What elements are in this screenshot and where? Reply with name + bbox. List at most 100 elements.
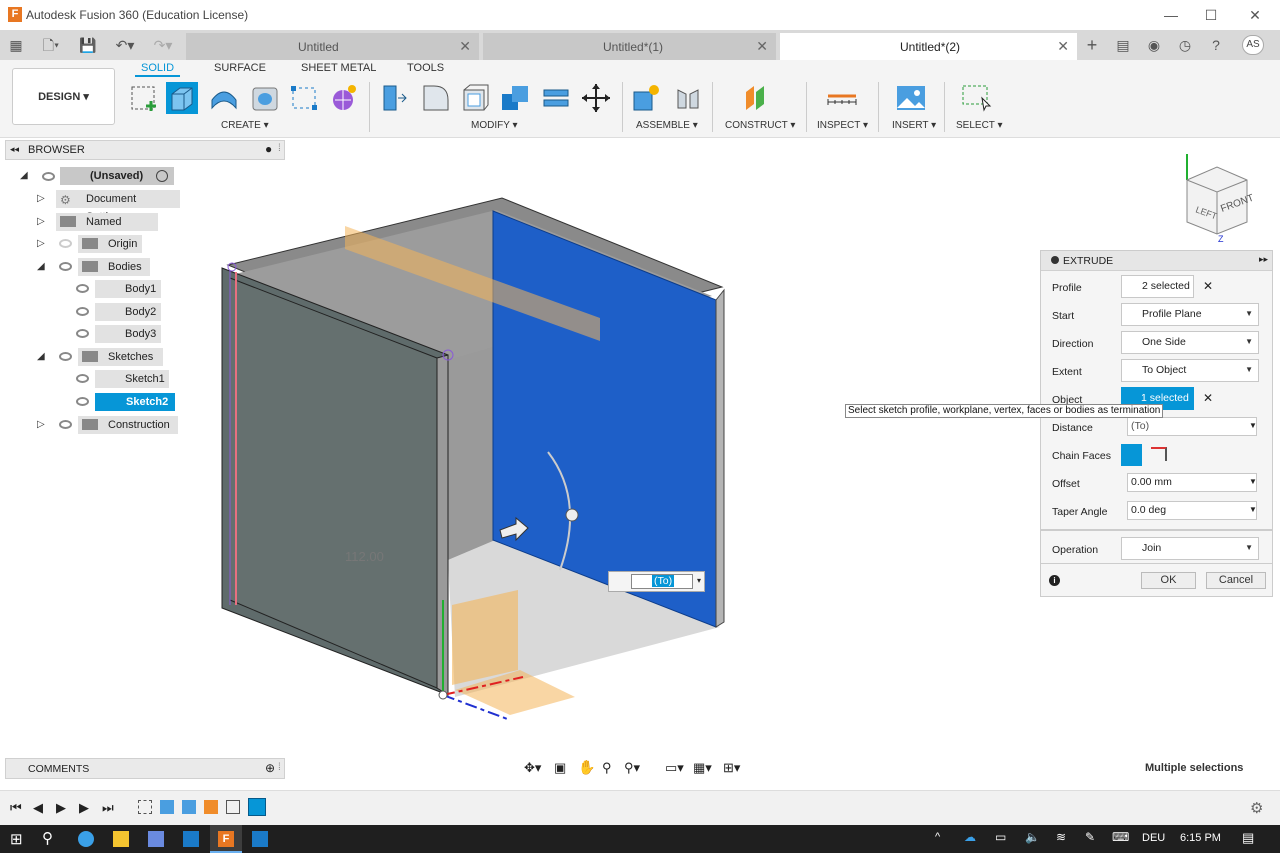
pan-hand-icon[interactable]: ✋ xyxy=(578,759,595,776)
close-tab-icon[interactable]: ✕ xyxy=(1057,38,1069,55)
tab-surface[interactable]: SURFACE xyxy=(214,62,266,74)
tab-untitled[interactable]: Untitled ✕ xyxy=(186,33,479,60)
grid-icon[interactable]: ▦▾ xyxy=(693,760,712,776)
user-avatar[interactable]: AS xyxy=(1242,35,1264,55)
browser-body1[interactable]: Body1 xyxy=(95,280,161,298)
insert-image-icon[interactable] xyxy=(895,82,927,114)
inspect-menu[interactable]: INSPECT ▾ xyxy=(817,120,868,131)
eye-icon[interactable] xyxy=(76,329,89,338)
minimize-icon[interactable]: — xyxy=(1160,5,1182,25)
timeline-sketch-icon[interactable] xyxy=(226,800,240,814)
add-comment-icon[interactable]: ⊕ xyxy=(265,761,275,775)
browser-sketch1[interactable]: Sketch1 xyxy=(95,370,169,388)
expand-icon[interactable]: ▷ xyxy=(37,193,45,204)
eye-icon[interactable] xyxy=(76,284,89,293)
extent-dropdown[interactable]: To Object ▼ xyxy=(1121,359,1259,382)
eye-icon[interactable] xyxy=(76,307,89,316)
collapse-icon[interactable]: ◢ xyxy=(37,351,45,362)
volume-icon[interactable]: 🔈 xyxy=(1025,830,1040,844)
eye-icon[interactable] xyxy=(76,374,89,383)
job-status-icon[interactable]: ◉ xyxy=(1144,36,1164,54)
notification-center-icon[interactable]: ▤ xyxy=(1242,830,1254,846)
keyboard-icon[interactable]: ⌨ xyxy=(1112,830,1129,844)
select-menu[interactable]: SELECT ▾ xyxy=(956,120,1003,131)
clock[interactable]: 6:15 PM xyxy=(1180,832,1221,844)
press-pull-icon[interactable] xyxy=(378,82,410,114)
chain-faces-on-icon[interactable] xyxy=(1121,444,1142,466)
pattern-icon[interactable] xyxy=(288,82,320,114)
eye-hidden-icon[interactable] xyxy=(59,239,72,248)
display-settings-icon[interactable]: ▭▾ xyxy=(665,760,684,776)
pen-icon[interactable]: ✎ xyxy=(1085,830,1095,844)
maximize-icon[interactable]: ☐ xyxy=(1200,5,1222,25)
eye-icon[interactable] xyxy=(59,262,72,271)
collapse-icon[interactable]: ◢ xyxy=(37,261,45,272)
zoom-icon[interactable]: ⚲ xyxy=(602,760,612,776)
onedrive-icon[interactable]: ☁ xyxy=(964,830,976,844)
browser-sketch2[interactable]: Sketch2 xyxy=(95,393,175,411)
language-indicator[interactable]: DEU xyxy=(1142,832,1165,844)
operation-dropdown[interactable]: Join ▼ xyxy=(1121,537,1259,560)
chevron-down-icon[interactable]: ▼ xyxy=(1249,505,1257,514)
wifi-icon[interactable]: ≋ xyxy=(1056,830,1066,844)
previous-step-icon[interactable]: ◀ xyxy=(33,800,43,816)
distance-field[interactable]: (To) xyxy=(1127,417,1257,436)
create-menu[interactable]: CREATE ▾ xyxy=(221,120,269,131)
distance-input-value[interactable]: (To) xyxy=(652,575,675,587)
chevron-down-icon[interactable]: ▾ xyxy=(697,576,701,585)
save-icon[interactable]: 💾 xyxy=(78,36,98,54)
activate-icon[interactable] xyxy=(156,170,168,182)
file-menu-icon[interactable]: 🗋▾ xyxy=(38,36,64,54)
timeline-sketch-icon[interactable] xyxy=(138,800,152,814)
joint-icon[interactable] xyxy=(672,82,704,114)
comments-panel[interactable]: COMMENTS ⊕ ⁞ xyxy=(5,758,285,779)
windows-start-icon[interactable]: ⊞ xyxy=(10,830,23,848)
store-icon[interactable] xyxy=(148,831,164,847)
first-step-icon[interactable]: ⏮ xyxy=(10,800,22,816)
expand-icon[interactable]: ▷ xyxy=(37,419,45,430)
fillet-icon[interactable] xyxy=(420,82,452,114)
look-at-icon[interactable]: ▣ xyxy=(554,760,566,776)
history-icon[interactable]: ◷ xyxy=(1175,36,1195,54)
offset-field[interactable]: 0.00 mm xyxy=(1127,473,1257,492)
offset-plane-icon[interactable] xyxy=(742,82,774,114)
tab-untitled-1[interactable]: Untitled*(1) ✕ xyxy=(483,33,776,60)
timeline-extrude-icon[interactable] xyxy=(160,800,174,814)
measure-icon[interactable] xyxy=(826,82,858,114)
hole-icon[interactable] xyxy=(249,82,281,114)
new-component-icon[interactable] xyxy=(630,82,662,114)
eye-icon[interactable] xyxy=(76,397,89,406)
collapse-icon[interactable]: ◂◂ xyxy=(10,144,19,155)
chevron-down-icon[interactable]: ▼ xyxy=(1249,477,1257,486)
eye-icon[interactable] xyxy=(59,420,72,429)
chevron-up-icon[interactable]: ^ xyxy=(935,831,940,843)
info-icon[interactable]: i xyxy=(1049,575,1060,586)
cancel-button[interactable]: Cancel xyxy=(1206,572,1266,589)
construct-menu[interactable]: CONSTRUCT ▾ xyxy=(725,120,795,131)
clear-selection-icon[interactable]: ✕ xyxy=(1203,279,1213,293)
notifications-icon[interactable]: ▤ xyxy=(1113,36,1133,54)
chain-faces-off-icon[interactable] xyxy=(1151,447,1167,461)
help-icon[interactable]: ? xyxy=(1206,36,1226,54)
timeline-current-feature-icon[interactable] xyxy=(248,798,266,816)
tab-solid[interactable]: SOLID xyxy=(134,62,181,77)
browser-body2[interactable]: Body2 xyxy=(95,303,161,321)
clear-selection-icon[interactable]: ✕ xyxy=(1203,391,1213,405)
tab-sheet-metal[interactable]: SHEET METAL xyxy=(301,62,376,74)
timeline-extrude-icon[interactable] xyxy=(182,800,196,814)
last-step-icon[interactable]: ⏭ xyxy=(102,800,114,816)
expand-icon[interactable]: ▷ xyxy=(37,216,45,227)
direction-dropdown[interactable]: One Side ▼ xyxy=(1121,331,1259,354)
extrude-icon[interactable] xyxy=(166,82,198,114)
viewports-icon[interactable]: ⊞▾ xyxy=(723,760,740,776)
profile-selection[interactable]: 2 selected xyxy=(1121,275,1194,298)
mail-icon[interactable] xyxy=(183,831,199,847)
fusion-taskbar-icon[interactable]: F xyxy=(218,831,234,847)
modify-menu[interactable]: MODIFY ▾ xyxy=(471,120,518,131)
resize-icon[interactable]: ⁞ xyxy=(278,762,281,773)
select-icon[interactable] xyxy=(960,82,992,114)
play-icon[interactable]: ▶ xyxy=(56,800,66,816)
split-body-icon[interactable] xyxy=(540,82,572,114)
collapse-dialog-icon[interactable] xyxy=(1051,256,1059,264)
orbit-icon[interactable]: ✥▾ xyxy=(524,760,541,776)
